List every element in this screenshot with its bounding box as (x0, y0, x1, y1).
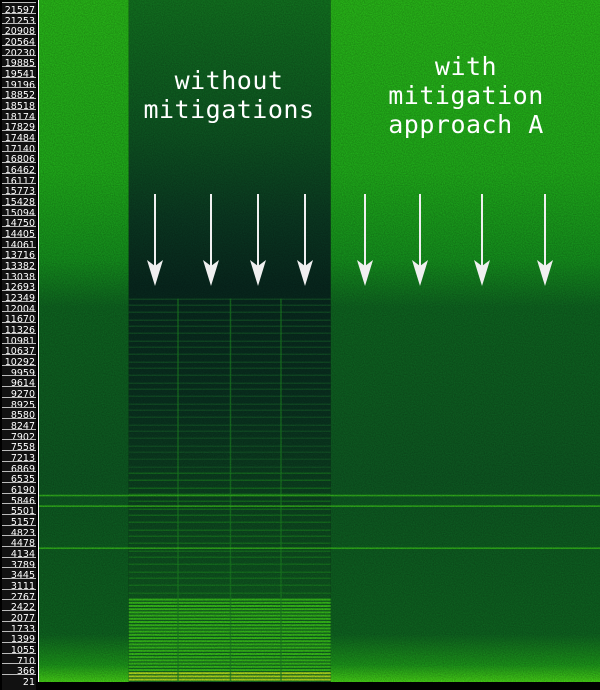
frequency-axis: 21597 21253 20908 20564 20230 19885 19541 19196… (0, 0, 39, 690)
annotation-with-mitigation-a: with mitigation approach A (388, 52, 544, 139)
annotation-without-mitigations: without mitigations (143, 66, 315, 124)
spectrogram-figure: 21597 21253 20908 20564 20230 19885 19541 19196… (0, 0, 600, 690)
y-tick-label: 21 (2, 674, 36, 690)
